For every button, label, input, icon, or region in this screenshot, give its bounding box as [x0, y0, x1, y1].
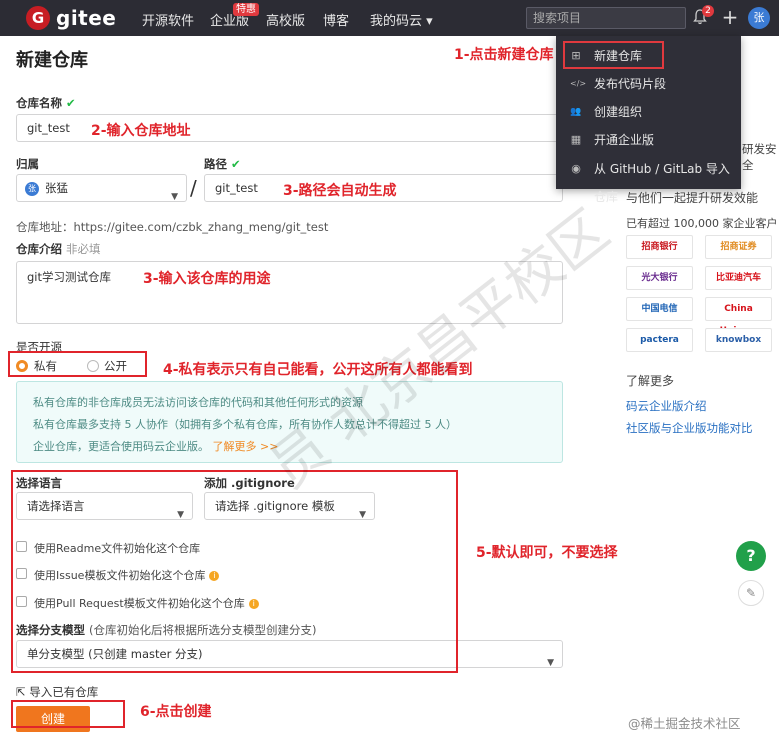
- brand-logo: 中国电信: [626, 297, 693, 321]
- search-input[interactable]: 搜索项目: [526, 7, 686, 29]
- brand-logo: China Unicom: [705, 297, 772, 336]
- repo-address: 仓库地址：https://gitee.com/czbk_zhang_meng/g…: [16, 220, 329, 234]
- annotation-step-6: 6-点击创建: [140, 704, 212, 720]
- create-highlight-box: [11, 700, 125, 728]
- source-credit: @稀土掘金技术社区: [628, 716, 741, 731]
- learn-more-link[interactable]: 了解更多 >>: [213, 440, 279, 453]
- dropdown-item-code-snippet[interactable]: </> 发布代码片段: [556, 70, 741, 98]
- info-line: 私有仓库的非仓库成员无法访问该仓库的代码和其他任何形式的资源: [33, 396, 363, 409]
- owner-avatar: 张: [25, 182, 39, 196]
- page-title: 新建仓库: [16, 50, 88, 71]
- import-repo-link[interactable]: ⇱ 导入已有仓库: [16, 684, 98, 700]
- top-navbar: G gitee 开源软件 企业版 特惠 高校版 博客 我的码云 ▾ 搜索项目 2…: [0, 0, 779, 36]
- user-avatar[interactable]: 张: [748, 7, 770, 29]
- help-button[interactable]: ?: [736, 541, 766, 571]
- dropdown-item-enterprise[interactable]: ▦ 开通企业版: [556, 126, 741, 154]
- check-icon: ✔: [66, 96, 76, 110]
- annotation-step-5: 5-默认即可，不要选择: [476, 545, 618, 561]
- github-icon: ◉: [571, 162, 581, 175]
- sidebar-customers: 已有超过 100,000 家企业客户: [626, 217, 778, 230]
- defaults-highlight-box: [11, 470, 458, 673]
- nav-university[interactable]: 高校版: [266, 10, 305, 29]
- annotation-step-1: 1-点击新建仓库: [454, 47, 554, 63]
- annotation-step-2: 2-输入仓库地址: [91, 123, 191, 139]
- owner-label: 归属: [16, 157, 39, 171]
- path-label: 路径 ✔: [204, 157, 241, 171]
- annotation-step-4: 4-私有表示只有自己能看，公开这所有人都能看到: [163, 362, 473, 378]
- visibility-highlight-box: [8, 351, 147, 377]
- gitee-logo-text[interactable]: gitee: [56, 6, 116, 30]
- check-icon: ✔: [231, 157, 241, 171]
- intro-textarea[interactable]: git学习测试仓库: [16, 261, 563, 324]
- annotation-step-3a: 3-路径会自动生成: [283, 183, 397, 199]
- nav-blog[interactable]: 博客: [323, 10, 349, 29]
- team-icon: 👥: [570, 107, 582, 117]
- chevron-down-icon: ▼: [171, 192, 178, 202]
- notification-count-badge: 2: [702, 5, 714, 17]
- owner-select[interactable]: 张 张猛 ▼: [16, 174, 187, 202]
- new-repo-highlight-box: [563, 41, 664, 69]
- dropdown-item-import[interactable]: ◉ 从 GitHub / GitLab 导入仓库: [556, 155, 741, 204]
- nav-my-gitee[interactable]: 我的码云 ▾: [370, 10, 433, 29]
- owner-value: 张猛: [45, 181, 68, 195]
- brand-logo: 招商银行: [626, 235, 693, 259]
- chevron-down-icon: ▼: [547, 658, 554, 668]
- create-plus-button[interactable]: +: [720, 6, 740, 28]
- building-icon: ▦: [570, 133, 582, 146]
- info-line: 企业仓库，更适合使用码云企业版。 了解更多 >>: [33, 440, 279, 453]
- import-icon: ⇱: [16, 685, 26, 699]
- repo-name-label: 仓库名称 ✔: [16, 96, 76, 110]
- brand-logo: 招商证券: [705, 235, 772, 259]
- sidebar-tagline: 与他们一起提升研发效能: [626, 191, 759, 205]
- brand-logo: 光大银行: [626, 266, 693, 290]
- gitee-logo-icon[interactable]: G: [26, 6, 50, 30]
- sidebar-partial-text: 研发安全: [742, 142, 777, 172]
- learn-more-heading: 了解更多: [626, 374, 675, 388]
- compare-editions-link[interactable]: 社区版与企业版功能对比: [626, 420, 753, 436]
- nav-open-source[interactable]: 开源软件: [142, 10, 194, 29]
- edit-icon[interactable]: ✎: [738, 580, 764, 606]
- enterprise-badge: 特惠: [233, 3, 259, 16]
- brand-logo: knowbox: [705, 328, 772, 352]
- info-line: 私有仓库最多支持 5 人协作（如拥有多个私有仓库，所有协作人数总计不得超过 5 …: [33, 418, 457, 431]
- path-separator: /: [190, 176, 197, 200]
- annotation-step-3b: 3-输入该仓库的用途: [143, 271, 271, 287]
- brand-logo: 比亚迪汽车: [705, 266, 772, 290]
- brand-logo: pactera: [626, 328, 693, 352]
- dropdown-item-create-org[interactable]: 👥 创建组织: [556, 98, 741, 126]
- code-icon: </>: [570, 79, 587, 88]
- enterprise-intro-link[interactable]: 码云企业版介绍: [626, 398, 707, 414]
- private-info-box: 私有仓库的非仓库成员无法访问该仓库的代码和其他任何形式的资源 私有仓库最多支持 …: [16, 381, 563, 463]
- intro-label: 仓库介绍 非必填: [16, 242, 101, 256]
